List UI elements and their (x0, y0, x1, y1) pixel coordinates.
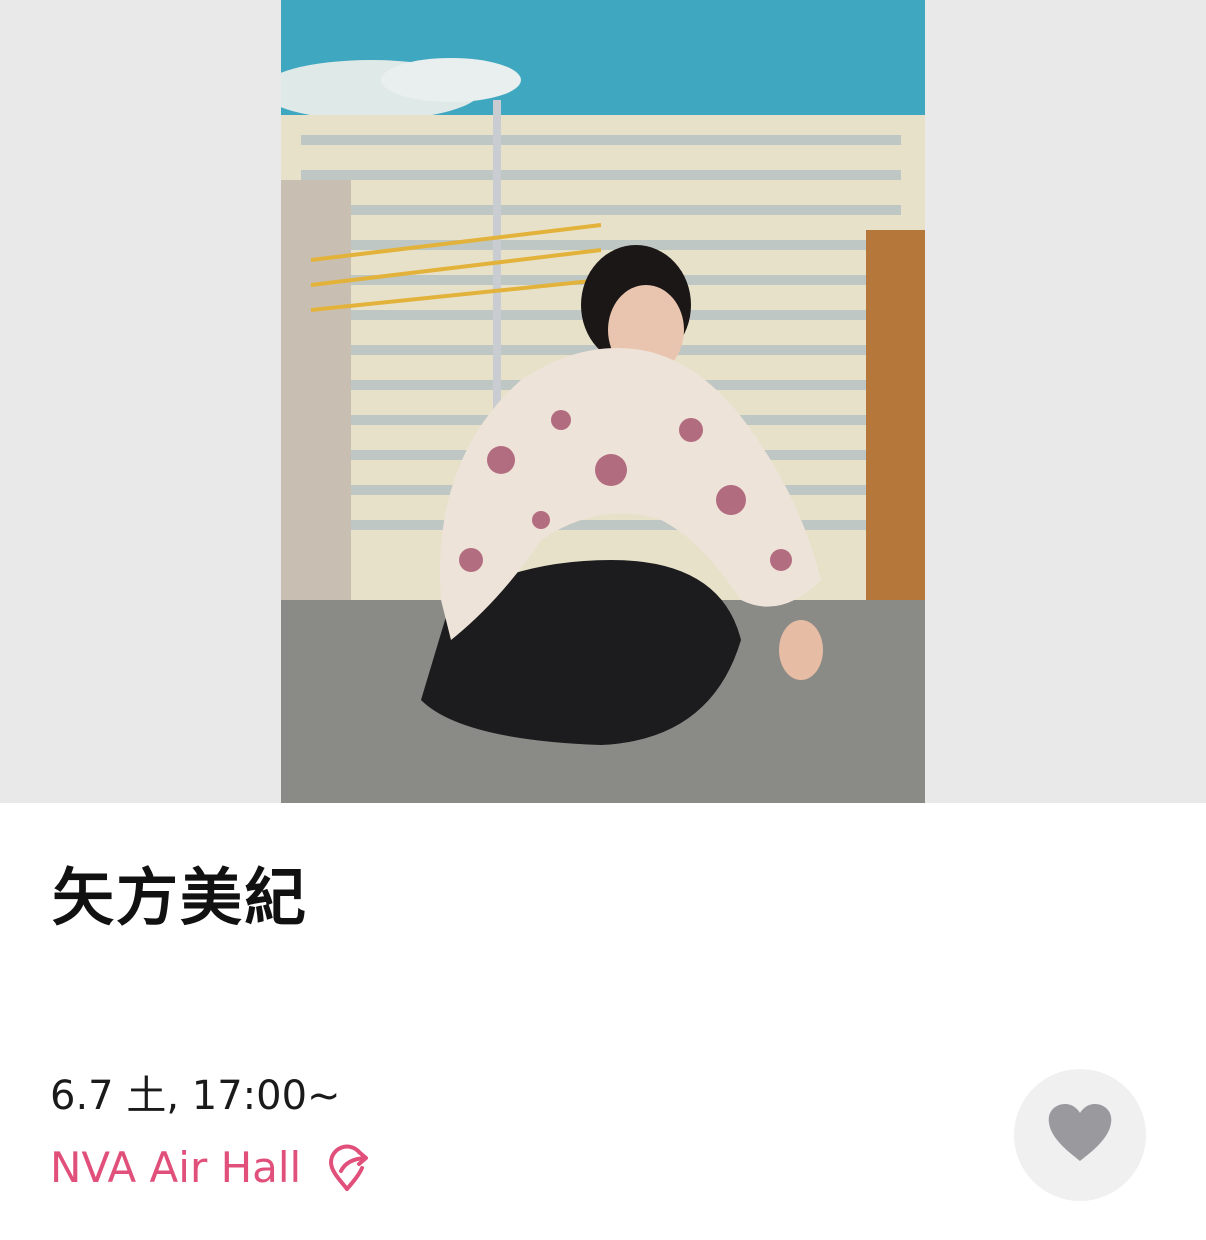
hero-banner (0, 0, 1206, 803)
venue-link[interactable]: NVA Air Hall (50, 1138, 373, 1198)
location-share-icon[interactable] (325, 1143, 373, 1193)
heart-icon (1047, 1103, 1113, 1167)
favorite-button[interactable] (1014, 1069, 1146, 1201)
event-datetime: 6.7 土, 17:00~ (50, 1073, 341, 1119)
venue-name[interactable]: NVA Air Hall (50, 1140, 301, 1196)
artist-photo (281, 0, 925, 803)
artist-name: 矢方美紀 (52, 861, 309, 934)
